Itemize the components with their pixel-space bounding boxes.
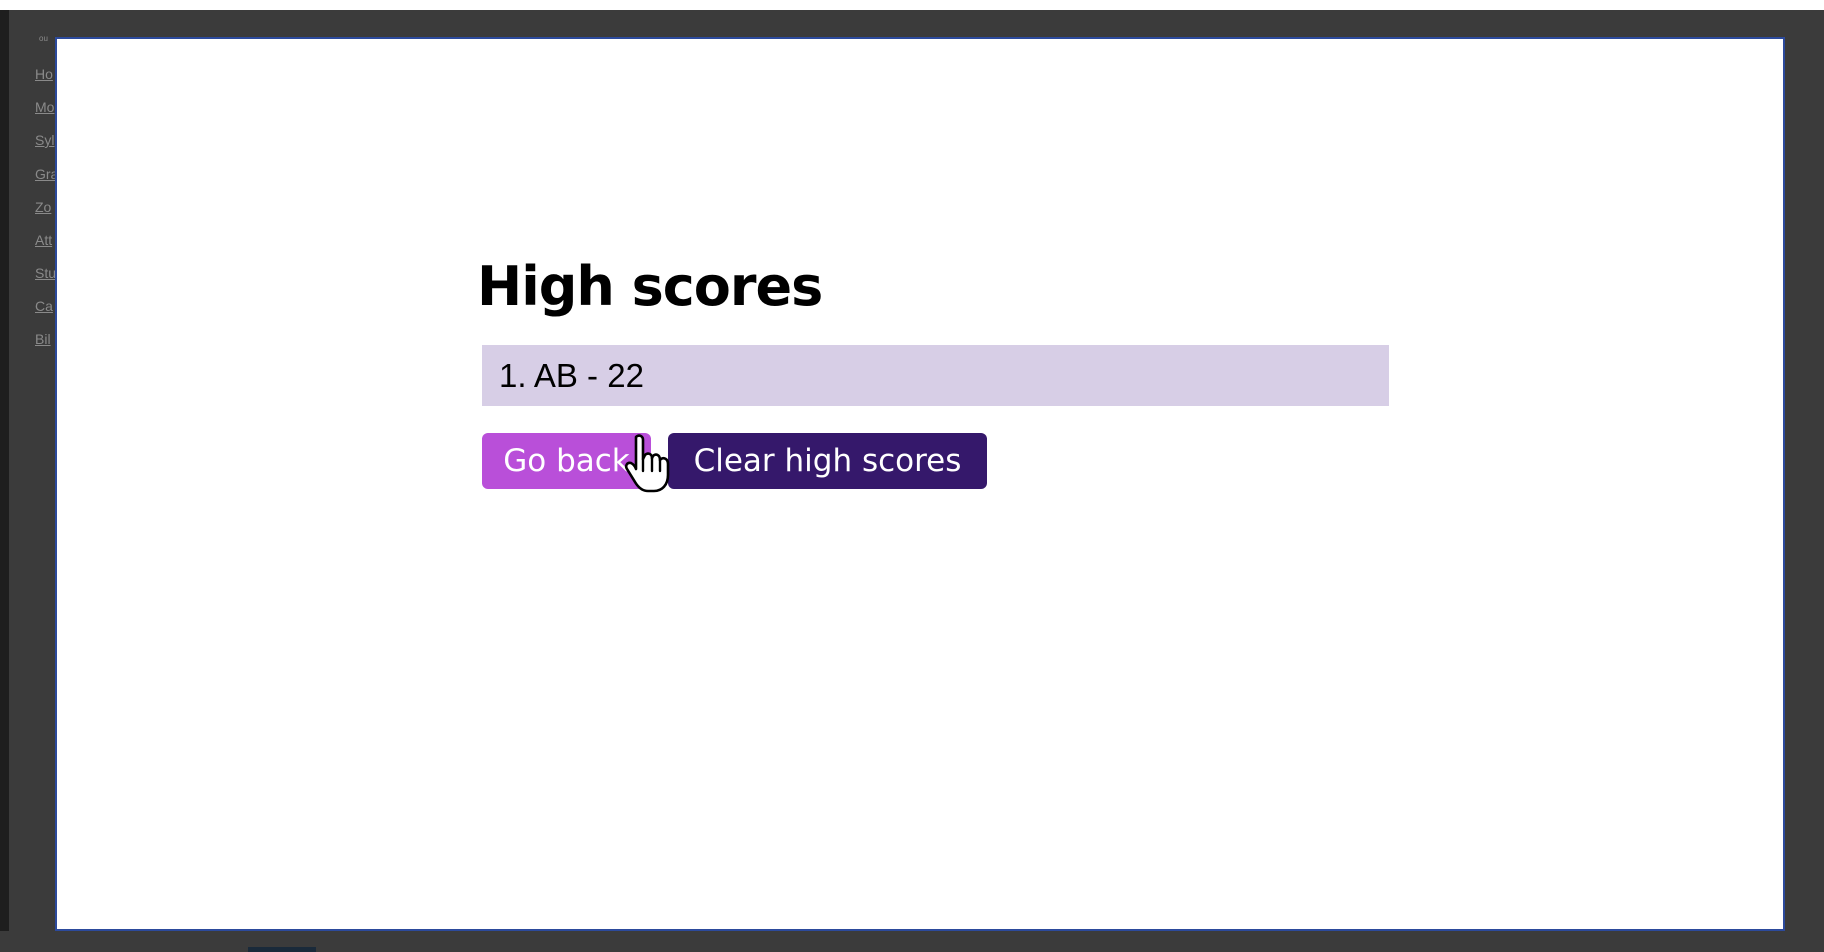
- nav-link-zoom[interactable]: Zo: [35, 199, 51, 215]
- nav-link-student[interactable]: Stu: [35, 265, 55, 281]
- background-course-nav: ou Ho Mo Syl Gra Zo Att Stu Ca Bil: [9, 10, 55, 940]
- page-title: High scores: [477, 255, 823, 318]
- nav-link-billing[interactable]: Bil: [35, 331, 51, 347]
- nav-link-modules[interactable]: Mo: [35, 99, 54, 115]
- clear-high-scores-button[interactable]: Clear high scores: [668, 433, 987, 489]
- browser-top-edge: [0, 0, 1824, 10]
- nav-link-syllabus[interactable]: Syl: [35, 132, 54, 148]
- nav-link-attendance[interactable]: Att: [35, 232, 52, 248]
- nav-link-home[interactable]: Ho: [35, 66, 53, 82]
- background-button-edge: [248, 947, 316, 952]
- window-left-edge: [0, 10, 9, 952]
- score-list: 1. AB - 22: [482, 345, 1389, 406]
- nav-link-calendar[interactable]: Ca: [35, 298, 53, 314]
- hand-pointer-icon: [624, 434, 670, 493]
- nav-link-grades[interactable]: Gra: [35, 166, 55, 182]
- course-tag: ou: [39, 34, 48, 43]
- score-row: 1. AB - 22: [482, 345, 1389, 406]
- embedded-quiz-frame: High scores 1. AB - 22 Go back Clear hig…: [55, 37, 1785, 931]
